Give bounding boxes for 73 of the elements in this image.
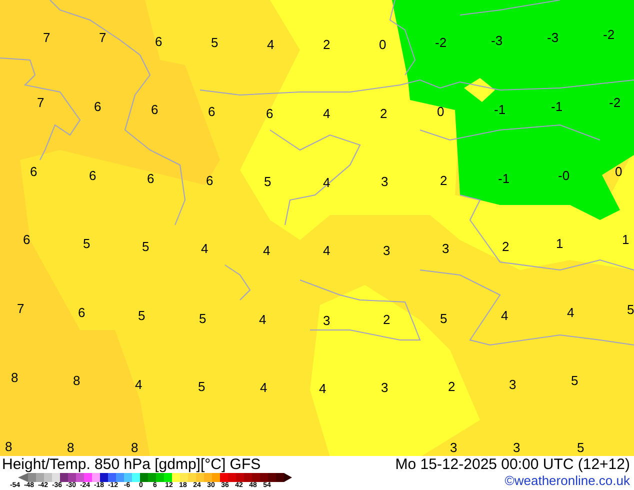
temperature-label: 6 (266, 107, 274, 120)
temperature-label: 3 (513, 441, 520, 454)
temperature-label: 2 (383, 313, 390, 326)
temperature-label: 6 (23, 233, 30, 246)
temperature-label: 4 (259, 313, 266, 326)
temperature-label: 3 (381, 381, 388, 394)
temperature-label: -3 (491, 34, 503, 47)
temperature-label: -3 (547, 31, 559, 44)
temperature-label: 5 (142, 240, 150, 253)
temperature-label: 2 (440, 174, 448, 187)
temperature-label: 5 (211, 36, 218, 49)
temperature-label: 8 (5, 440, 12, 453)
temperature-label: 6 (151, 103, 158, 116)
temperature-label: 0 (437, 105, 444, 118)
temperature-label: 3 (383, 244, 390, 257)
temperature-label: 2 (323, 38, 330, 51)
temperature-label: 6 (206, 174, 214, 187)
temperature-label: 8 (131, 441, 138, 454)
temperature-label: 8 (67, 441, 74, 454)
temperature-label: 3 (450, 441, 458, 454)
temperature-label: -0 (558, 169, 570, 182)
temperature-label: 6 (147, 172, 154, 185)
temperature-label: -2 (609, 96, 621, 109)
temperature-label: 4 (263, 244, 270, 257)
temperature-label: -2 (603, 28, 615, 41)
temperature-label: 4 (567, 306, 574, 319)
temperature-label: 8 (73, 374, 80, 387)
temperature-label: 3 (509, 378, 516, 391)
temperature-label: 4 (323, 107, 330, 120)
temperature-label: 4 (135, 378, 142, 391)
temperature-label: 4 (260, 381, 268, 394)
copyright-link[interactable]: ©weatheronline.co.uk (504, 473, 630, 487)
temperature-label: 0 (615, 165, 622, 178)
temperature-label: 5 (199, 312, 206, 325)
temperature-label: -1 (494, 103, 506, 116)
temperature-label: 5 (627, 303, 634, 316)
temperature-label: 4 (323, 244, 330, 257)
temperature-label: 6 (94, 100, 102, 113)
temperature-label: 7 (99, 31, 106, 44)
temperature-label: 6 (89, 169, 96, 182)
temperature-label: 4 (201, 242, 208, 255)
temperature-label: 5 (138, 309, 146, 322)
temperature-label: 3 (442, 242, 450, 255)
temperature-label: 2 (380, 107, 388, 120)
temperature-label: 0 (379, 38, 386, 51)
temperature-label: -1 (551, 100, 563, 113)
temperature-label: -2 (435, 36, 447, 49)
temperature-label: 3 (323, 314, 330, 327)
chart-title: Height/Temp. 850 hPa [gdmp][°C] GFS (2, 457, 261, 472)
temperature-label: 8 (11, 371, 18, 384)
temperature-label: 1 (622, 233, 630, 246)
date-time-label: Mo 15-12-2025 00:00 UTC (12+12) (395, 457, 630, 472)
temperature-label: 4 (319, 382, 326, 395)
temperature-label: 7 (17, 302, 24, 315)
temperature-label: 2 (502, 240, 510, 253)
temperature-label: 5 (264, 175, 272, 188)
temperature-label: 6 (155, 35, 162, 48)
temperature-label: 5 (440, 312, 448, 325)
temperature-label: 6 (78, 306, 86, 319)
temperature-label: 2 (448, 380, 456, 393)
temperature-label: -1 (498, 172, 510, 185)
temperature-label: 1 (556, 237, 564, 250)
temperature-label: 7 (43, 31, 50, 44)
temperature-label: 5 (571, 374, 578, 387)
temperature-label: 7 (37, 96, 44, 109)
temperature-label: 3 (381, 175, 388, 188)
temperature-label: 5 (577, 441, 584, 454)
temperature-label: 5 (83, 237, 90, 250)
temperature-label: 5 (198, 380, 206, 393)
temperature-label: 6 (208, 105, 216, 118)
temperature-label: 4 (501, 309, 508, 322)
temperature-label: 4 (267, 38, 274, 51)
temperature-label: 6 (30, 165, 38, 178)
